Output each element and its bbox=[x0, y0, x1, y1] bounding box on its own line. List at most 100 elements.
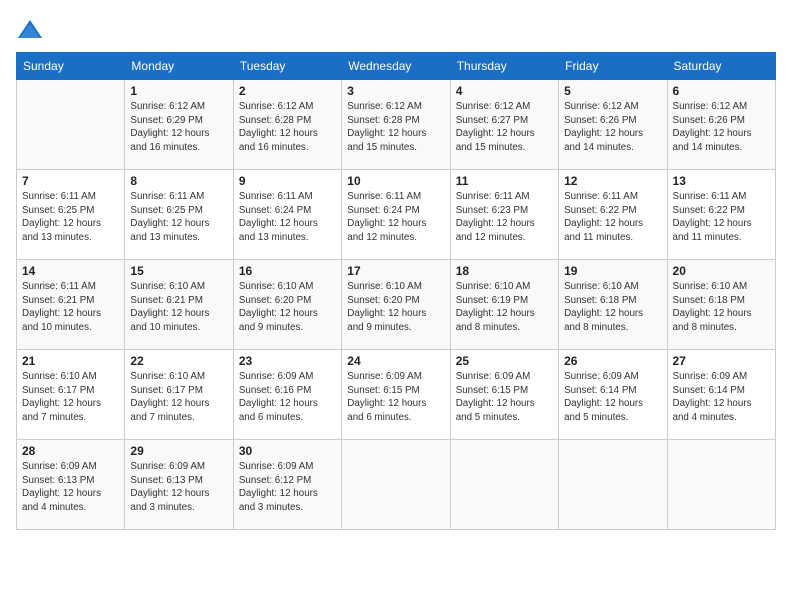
calendar-cell: 26 Sunrise: 6:09 AMSunset: 6:14 PMDayligh… bbox=[559, 350, 667, 440]
calendar-week-row: 28 Sunrise: 6:09 AMSunset: 6:13 PMDayligh… bbox=[17, 440, 776, 530]
day-number: 1 bbox=[130, 84, 227, 98]
day-number: 8 bbox=[130, 174, 227, 188]
calendar-cell: 14Sunrise: 6:11 AMSunset: 6:21 PMDayligh… bbox=[17, 260, 125, 350]
day-info: Sunrise: 6:11 AMSunset: 6:23 PMDaylight:… bbox=[456, 190, 553, 245]
day-info: Sunrise: 6:11 AMSunset: 6:25 PMDaylight:… bbox=[130, 190, 227, 245]
calendar-cell: 18 Sunrise: 6:10 AMSunset: 6:19 PMDayligh… bbox=[450, 260, 558, 350]
day-number: 18 bbox=[456, 264, 553, 278]
day-number: 10 bbox=[347, 174, 444, 188]
day-info: Sunrise: 6:10 AMSunset: 6:19 PMDaylight:… bbox=[456, 280, 553, 335]
day-info: Sunrise: 6:09 AMSunset: 6:15 PMDaylight:… bbox=[456, 370, 553, 425]
day-info: Sunrise: 6:11 AMSunset: 6:22 PMDaylight:… bbox=[564, 190, 661, 245]
day-number: 12 bbox=[564, 174, 661, 188]
day-info: Sunrise: 6:10 AMSunset: 6:20 PMDaylight:… bbox=[347, 280, 444, 335]
day-number: 27 bbox=[673, 354, 770, 368]
calendar-cell: 19 Sunrise: 6:10 AMSunset: 6:18 PMDayligh… bbox=[559, 260, 667, 350]
day-info: Sunrise: 6:11 AMSunset: 6:24 PMDaylight:… bbox=[239, 190, 336, 245]
calendar-cell bbox=[17, 80, 125, 170]
day-number: 3 bbox=[347, 84, 444, 98]
calendar-cell: 7Sunrise: 6:11 AMSunset: 6:25 PMDaylight… bbox=[17, 170, 125, 260]
day-info: Sunrise: 6:09 AMSunset: 6:15 PMDaylight:… bbox=[347, 370, 444, 425]
day-info: Sunrise: 6:10 AMSunset: 6:18 PMDaylight:… bbox=[564, 280, 661, 335]
day-info: Sunrise: 6:12 AMSunset: 6:28 PMDaylight:… bbox=[239, 100, 336, 155]
calendar-cell: 21 Sunrise: 6:10 AMSunset: 6:17 PMDayligh… bbox=[17, 350, 125, 440]
calendar-cell: 8 Sunrise: 6:11 AMSunset: 6:25 PMDaylight… bbox=[125, 170, 233, 260]
day-number: 17 bbox=[347, 264, 444, 278]
day-number: 13 bbox=[673, 174, 770, 188]
day-info: Sunrise: 6:09 AMSunset: 6:16 PMDaylight:… bbox=[239, 370, 336, 425]
calendar-week-row: 14Sunrise: 6:11 AMSunset: 6:21 PMDayligh… bbox=[17, 260, 776, 350]
calendar-cell: 25Sunrise: 6:09 AMSunset: 6:15 PMDayligh… bbox=[450, 350, 558, 440]
calendar-header-row: SundayMondayTuesdayWednesdayThursdayFrid… bbox=[17, 53, 776, 80]
calendar-cell: 2 Sunrise: 6:12 AMSunset: 6:28 PMDaylight… bbox=[233, 80, 341, 170]
calendar-cell bbox=[667, 440, 775, 530]
day-number: 9 bbox=[239, 174, 336, 188]
day-number: 11 bbox=[456, 174, 553, 188]
weekday-header: Tuesday bbox=[233, 53, 341, 80]
calendar-cell: 28 Sunrise: 6:09 AMSunset: 6:13 PMDayligh… bbox=[17, 440, 125, 530]
day-info: Sunrise: 6:12 AMSunset: 6:29 PMDaylight:… bbox=[130, 100, 227, 155]
calendar-cell: 24 Sunrise: 6:09 AMSunset: 6:15 PMDayligh… bbox=[342, 350, 450, 440]
day-number: 23 bbox=[239, 354, 336, 368]
weekday-header: Saturday bbox=[667, 53, 775, 80]
day-info: Sunrise: 6:10 AMSunset: 6:17 PMDaylight:… bbox=[22, 370, 119, 425]
calendar-week-row: 1 Sunrise: 6:12 AMSunset: 6:29 PMDaylight… bbox=[17, 80, 776, 170]
day-info: Sunrise: 6:11 AMSunset: 6:24 PMDaylight:… bbox=[347, 190, 444, 245]
calendar-cell: 15 Sunrise: 6:10 AMSunset: 6:21 PMDayligh… bbox=[125, 260, 233, 350]
calendar-week-row: 7 Sunrise: 6:11 AMSunset: 6:25 PMDaylight… bbox=[17, 170, 776, 260]
calendar-cell bbox=[559, 440, 667, 530]
day-info: Sunrise: 6:09 AMSunset: 6:14 PMDaylight:… bbox=[673, 370, 770, 425]
calendar-cell: 1 Sunrise: 6:12 AMSunset: 6:29 PMDaylight… bbox=[125, 80, 233, 170]
calendar-cell: 6 Sunrise: 6:12 AMSunset: 6:26 PMDaylight… bbox=[667, 80, 775, 170]
day-number: 2 bbox=[239, 84, 336, 98]
calendar-cell bbox=[342, 440, 450, 530]
calendar-cell: 11 Sunrise: 6:11 AMSunset: 6:23 PMDayligh… bbox=[450, 170, 558, 260]
day-info: Sunrise: 6:10 AMSunset: 6:21 PMDaylight:… bbox=[130, 280, 227, 335]
calendar-cell bbox=[450, 440, 558, 530]
day-info: Sunrise: 6:09 AMSunset: 6:12 PMDaylight:… bbox=[239, 460, 336, 515]
day-info: Sunrise: 6:09 AMSunset: 6:13 PMDaylight:… bbox=[22, 460, 119, 515]
day-number: 4 bbox=[456, 84, 553, 98]
day-number: 15 bbox=[130, 264, 227, 278]
calendar-cell: 20Sunrise: 6:10 AMSunset: 6:18 PMDayligh… bbox=[667, 260, 775, 350]
day-info: Sunrise: 6:10 AMSunset: 6:20 PMDaylight:… bbox=[239, 280, 336, 335]
day-info: Sunrise: 6:09 AMSunset: 6:14 PMDaylight:… bbox=[564, 370, 661, 425]
calendar-table: SundayMondayTuesdayWednesdayThursdayFrid… bbox=[16, 52, 776, 530]
day-number: 20 bbox=[673, 264, 770, 278]
day-number: 14 bbox=[22, 264, 119, 278]
day-number: 29 bbox=[130, 444, 227, 458]
calendar-cell: 5Sunrise: 6:12 AMSunset: 6:26 PMDaylight… bbox=[559, 80, 667, 170]
day-info: Sunrise: 6:12 AMSunset: 6:26 PMDaylight:… bbox=[564, 100, 661, 155]
weekday-header: Monday bbox=[125, 53, 233, 80]
day-number: 7 bbox=[22, 174, 119, 188]
calendar-cell: 23 Sunrise: 6:09 AMSunset: 6:16 PMDayligh… bbox=[233, 350, 341, 440]
day-info: Sunrise: 6:12 AMSunset: 6:28 PMDaylight:… bbox=[347, 100, 444, 155]
day-number: 19 bbox=[564, 264, 661, 278]
calendar-week-row: 21 Sunrise: 6:10 AMSunset: 6:17 PMDayligh… bbox=[17, 350, 776, 440]
page-header bbox=[16, 16, 776, 44]
weekday-header: Thursday bbox=[450, 53, 558, 80]
weekday-header: Wednesday bbox=[342, 53, 450, 80]
day-number: 6 bbox=[673, 84, 770, 98]
day-info: Sunrise: 6:12 AMSunset: 6:27 PMDaylight:… bbox=[456, 100, 553, 155]
weekday-header: Friday bbox=[559, 53, 667, 80]
calendar-cell: 29 Sunrise: 6:09 AMSunset: 6:13 PMDayligh… bbox=[125, 440, 233, 530]
day-info: Sunrise: 6:12 AMSunset: 6:26 PMDaylight:… bbox=[673, 100, 770, 155]
calendar-cell: 13 Sunrise: 6:11 AMSunset: 6:22 PMDayligh… bbox=[667, 170, 775, 260]
calendar-cell: 30Sunrise: 6:09 AMSunset: 6:12 PMDayligh… bbox=[233, 440, 341, 530]
day-number: 24 bbox=[347, 354, 444, 368]
logo-icon bbox=[16, 16, 44, 44]
day-number: 21 bbox=[22, 354, 119, 368]
day-number: 26 bbox=[564, 354, 661, 368]
logo bbox=[16, 16, 48, 44]
calendar-cell: 4 Sunrise: 6:12 AMSunset: 6:27 PMDaylight… bbox=[450, 80, 558, 170]
day-info: Sunrise: 6:09 AMSunset: 6:13 PMDaylight:… bbox=[130, 460, 227, 515]
day-number: 28 bbox=[22, 444, 119, 458]
day-info: Sunrise: 6:11 AMSunset: 6:22 PMDaylight:… bbox=[673, 190, 770, 245]
calendar-cell: 10 Sunrise: 6:11 AMSunset: 6:24 PMDayligh… bbox=[342, 170, 450, 260]
weekday-header: Sunday bbox=[17, 53, 125, 80]
calendar-cell: 16 Sunrise: 6:10 AMSunset: 6:20 PMDayligh… bbox=[233, 260, 341, 350]
day-number: 16 bbox=[239, 264, 336, 278]
calendar-cell: 12 Sunrise: 6:11 AMSunset: 6:22 PMDayligh… bbox=[559, 170, 667, 260]
calendar-cell: 3 Sunrise: 6:12 AMSunset: 6:28 PMDaylight… bbox=[342, 80, 450, 170]
